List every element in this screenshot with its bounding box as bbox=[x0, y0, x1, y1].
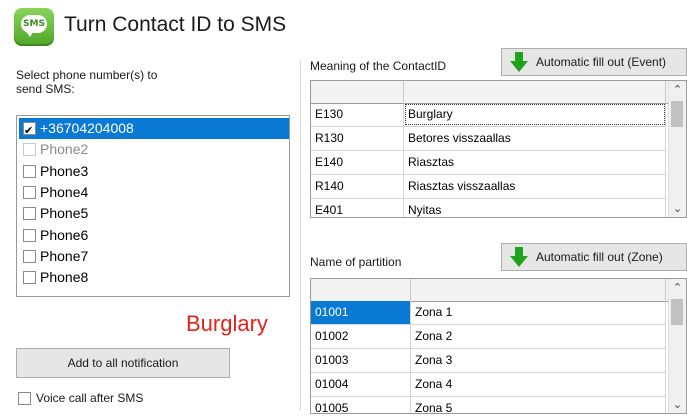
grid-cell-value[interactable]: Zona 5 bbox=[411, 397, 666, 413]
contactid-row[interactable]: R140 Riasztas visszaallas bbox=[311, 175, 666, 199]
contactid-scrollbar[interactable]: ⌃ ⌄ bbox=[668, 81, 686, 217]
scroll-up-icon[interactable]: ⌃ bbox=[669, 81, 686, 98]
auto-fill-event-button[interactable]: Automatic fill out (Event) bbox=[501, 48, 687, 76]
grid-cell-value[interactable]: Riasztas bbox=[404, 151, 666, 174]
phone-label: Phone7 bbox=[40, 247, 89, 264]
grid-cell-value[interactable]: Burglary bbox=[404, 103, 666, 126]
contactid-row[interactable]: E130 Burglary bbox=[311, 103, 666, 127]
grid-cell-code[interactable]: 01001 bbox=[311, 301, 411, 324]
grid-cell-value[interactable]: Zona 1 bbox=[411, 301, 666, 324]
phone-list-item[interactable]: Phone6 bbox=[19, 225, 289, 246]
grid-cell-code[interactable]: 01002 bbox=[311, 325, 411, 348]
partition-row[interactable]: 01001 Zona 1 bbox=[311, 301, 666, 325]
voice-call-label[interactable]: Voice call after SMS bbox=[36, 391, 143, 405]
phone-checkbox[interactable] bbox=[23, 164, 36, 178]
phone-checkbox[interactable] bbox=[23, 271, 36, 285]
phone-label: Phone2 bbox=[40, 141, 89, 158]
grid-cell-value[interactable]: Nyitas bbox=[404, 199, 666, 217]
select-phone-label-line2: send SMS: bbox=[16, 82, 75, 96]
grid-cell-value[interactable]: Zona 3 bbox=[411, 349, 666, 372]
phone-list-item[interactable]: Phone7 bbox=[19, 246, 289, 267]
partition-header-code[interactable] bbox=[311, 279, 411, 301]
partition-name-label: Name of partition bbox=[310, 255, 402, 269]
grid-cell-code[interactable]: 01003 bbox=[311, 349, 411, 372]
select-phone-label: Select phone number(s) to send SMS: bbox=[16, 68, 216, 96]
sms-icon: SMS bbox=[14, 8, 54, 46]
grid-cell-code[interactable]: R130 bbox=[311, 127, 404, 150]
scroll-thumb[interactable] bbox=[671, 101, 683, 127]
phone-checkbox[interactable] bbox=[23, 185, 36, 199]
auto-fill-zone-label: Automatic fill out (Zone) bbox=[536, 250, 663, 264]
grid-cell-code[interactable]: E130 bbox=[311, 103, 404, 126]
phone-list-item[interactable]: Phone2 bbox=[19, 139, 289, 160]
phone-label: Phone6 bbox=[40, 226, 89, 243]
grid-cell-code[interactable]: 01004 bbox=[311, 373, 411, 396]
auto-fill-event-label: Automatic fill out (Event) bbox=[536, 55, 667, 69]
scroll-down-icon[interactable]: ⌄ bbox=[669, 200, 686, 217]
phone-list-item[interactable]: Phone4 bbox=[19, 182, 289, 203]
phone-list-item[interactable]: +36704204008 bbox=[19, 118, 289, 141]
phone-checkbox[interactable] bbox=[23, 143, 36, 157]
partition-grid[interactable]: 01001 Zona 1 01002 Zona 2 01003 Zona 3 01004 Zo… bbox=[310, 278, 687, 414]
phone-label: Phone3 bbox=[40, 162, 89, 179]
panel-divider bbox=[300, 60, 301, 410]
phone-label: Phone4 bbox=[40, 183, 89, 200]
scroll-thumb[interactable] bbox=[671, 299, 683, 325]
grid-cell-code[interactable]: E401 bbox=[311, 199, 404, 217]
scroll-up-icon[interactable]: ⌃ bbox=[669, 279, 686, 296]
grid-cell-code[interactable]: E140 bbox=[311, 151, 404, 174]
phone-list-item[interactable]: Phone3 bbox=[19, 161, 289, 182]
grid-cell-code[interactable]: R140 bbox=[311, 175, 404, 198]
voice-call-checkbox[interactable] bbox=[18, 392, 31, 405]
phone-label: Phone8 bbox=[40, 269, 89, 286]
grid-cell-code[interactable]: 01005 bbox=[311, 397, 411, 413]
phone-label: Phone5 bbox=[40, 205, 89, 222]
phone-list-item[interactable]: Phone8 bbox=[19, 267, 289, 288]
down-arrow-icon bbox=[510, 247, 528, 267]
grid-cell-value[interactable]: Zona 4 bbox=[411, 373, 666, 396]
window-title: Turn Contact ID to SMS bbox=[64, 13, 287, 36]
contactid-meaning-label: Meaning of the ContactID bbox=[310, 59, 447, 73]
partition-row[interactable]: 01003 Zona 3 bbox=[311, 349, 666, 373]
partition-scrollbar[interactable]: ⌃ ⌄ bbox=[668, 279, 686, 413]
partition-row[interactable]: 01002 Zona 2 bbox=[311, 325, 666, 349]
phone-checkbox[interactable] bbox=[23, 207, 36, 221]
contactid-row[interactable]: E140 Riasztas bbox=[311, 151, 666, 175]
partition-header-name[interactable] bbox=[411, 279, 666, 301]
auto-fill-zone-button[interactable]: Automatic fill out (Zone) bbox=[501, 243, 687, 271]
phone-checkbox[interactable] bbox=[23, 228, 36, 242]
partition-row[interactable]: 01004 Zona 4 bbox=[311, 373, 666, 397]
down-arrow-icon bbox=[510, 52, 528, 72]
phone-checkbox[interactable] bbox=[23, 249, 36, 263]
grid-cell-value[interactable]: Betores visszaallas bbox=[404, 127, 666, 150]
phone-list[interactable]: +36704204008 Phone2 Phone3 Phone4 Phone5 Phon… bbox=[16, 115, 290, 297]
partition-grid-header bbox=[311, 279, 671, 302]
phone-checkbox[interactable] bbox=[23, 120, 36, 141]
scroll-down-icon[interactable]: ⌄ bbox=[669, 396, 686, 413]
phone-label: +36704204008 bbox=[40, 120, 134, 136]
contactid-row[interactable]: E401 Nyitas bbox=[311, 199, 666, 217]
grid-cell-value[interactable]: Zona 2 bbox=[411, 325, 666, 348]
partition-row[interactable]: 01005 Zona 5 bbox=[311, 397, 666, 413]
add-to-all-notification-button[interactable]: Add to all notification bbox=[16, 348, 230, 378]
contactid-grid[interactable]: E130 Burglary R130 Betores visszaallas E140 R… bbox=[310, 80, 687, 218]
contactid-header-code[interactable] bbox=[311, 81, 404, 103]
contactid-row[interactable]: R130 Betores visszaallas bbox=[311, 127, 666, 151]
contactid-grid-header bbox=[311, 81, 671, 104]
selected-event-name: Burglary bbox=[186, 311, 268, 336]
contactid-header-meaning[interactable] bbox=[404, 81, 666, 103]
select-phone-label-line1: Select phone number(s) to bbox=[16, 68, 158, 82]
grid-cell-value[interactable]: Riasztas visszaallas bbox=[404, 175, 666, 198]
phone-list-item[interactable]: Phone5 bbox=[19, 203, 289, 224]
